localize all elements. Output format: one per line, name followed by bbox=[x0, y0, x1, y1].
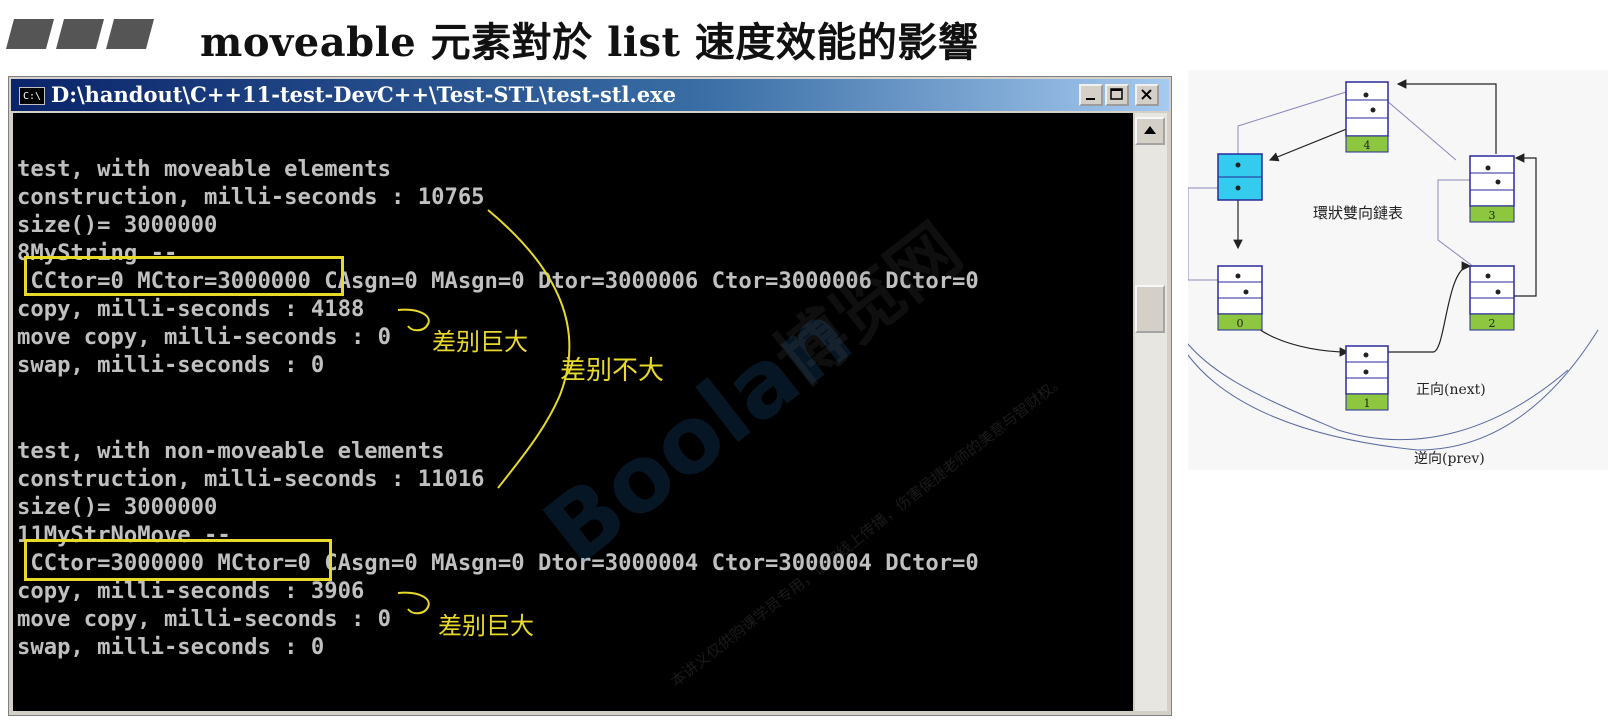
svg-text:3: 3 bbox=[1489, 209, 1496, 222]
arrow-up-icon bbox=[1144, 126, 1156, 134]
console-line: test, with non-moveable elements bbox=[17, 438, 445, 464]
annotation-note: 差别巨大 bbox=[438, 612, 534, 640]
svg-text:4: 4 bbox=[1364, 139, 1371, 152]
console-line: size()= 3000000 bbox=[17, 494, 218, 520]
maximize-icon bbox=[1110, 88, 1123, 100]
annotation-note: 差别巨大 bbox=[432, 328, 528, 356]
circular-list-diagram: 4 3 環狀雙向鏈表 0 2 1 正向(next) 逆向(prev) bbox=[1188, 70, 1608, 470]
console-line: move copy, milli-seconds : 0 bbox=[17, 606, 392, 632]
svg-text:0: 0 bbox=[1237, 317, 1244, 330]
highlight-box-moveable bbox=[24, 256, 344, 296]
console-app-icon[interactable]: C:\ bbox=[19, 87, 45, 105]
console-line: construction, milli-seconds : 11016 bbox=[17, 466, 485, 492]
window-title: D:\handout\C++11-test-DevC++\Test-STL\te… bbox=[51, 82, 676, 107]
svg-text:2: 2 bbox=[1489, 317, 1496, 330]
console-line: copy, milli-seconds : 3906 bbox=[17, 578, 365, 604]
console-line: swap, milli-seconds : 0 bbox=[17, 352, 325, 378]
svg-text:1: 1 bbox=[1364, 397, 1371, 410]
close-icon bbox=[1141, 89, 1152, 100]
scroll-up-button[interactable] bbox=[1135, 117, 1165, 145]
title-decoration-icon bbox=[6, 19, 154, 49]
console-line: copy, milli-seconds : 4188 bbox=[17, 296, 365, 322]
maximize-button[interactable] bbox=[1105, 84, 1129, 106]
vertical-scrollbar[interactable] bbox=[1135, 113, 1167, 711]
minimize-button[interactable] bbox=[1079, 84, 1103, 106]
console-window: C:\ D:\handout\C++11-test-DevC++\Test-ST… bbox=[8, 76, 1172, 716]
console-line: swap, milli-seconds : 0 bbox=[17, 634, 325, 660]
console-line: construction, milli-seconds : 10765 bbox=[17, 184, 485, 210]
console-output[interactable]: test, with moveable elements constructio… bbox=[13, 113, 1133, 711]
window-titlebar[interactable]: C:\ D:\handout\C++11-test-DevC++\Test-ST… bbox=[11, 79, 1169, 111]
console-line: size()= 3000000 bbox=[17, 212, 218, 238]
close-button[interactable] bbox=[1135, 84, 1159, 106]
scroll-thumb[interactable] bbox=[1135, 285, 1165, 333]
diagram-title: 環狀雙向鏈表 bbox=[1313, 204, 1403, 222]
slide-title: moveable 元素對於 list 速度效能的影響 bbox=[200, 19, 979, 66]
annotation-note: 差别不大 bbox=[560, 356, 665, 386]
minimize-icon bbox=[1086, 98, 1095, 100]
highlight-box-nonmoveable bbox=[24, 539, 332, 581]
forward-label: 正向(next) bbox=[1416, 382, 1486, 398]
console-line: test, with moveable elements bbox=[17, 156, 392, 182]
console-line: move copy, milli-seconds : 0 bbox=[17, 324, 392, 350]
backward-label: 逆向(prev) bbox=[1414, 451, 1485, 467]
